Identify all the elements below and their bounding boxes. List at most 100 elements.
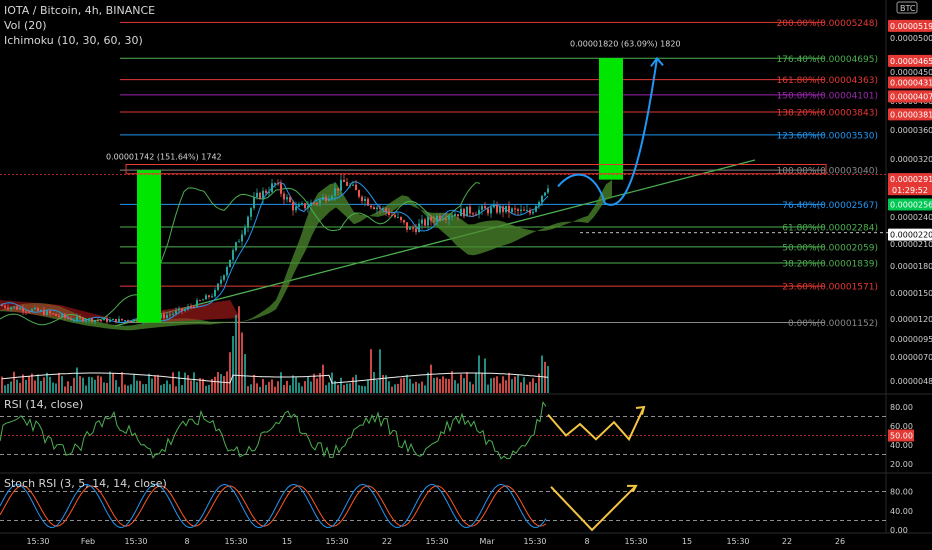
time-axis-label: 8 <box>584 537 589 546</box>
candle-body <box>478 209 480 215</box>
candle-body <box>496 205 498 213</box>
time-axis-label: 22 <box>782 537 792 546</box>
candle-body <box>25 311 27 313</box>
candle-body <box>67 317 69 319</box>
time-axis-label: 15 <box>682 537 692 546</box>
candle-body <box>424 219 426 226</box>
candle-body <box>319 199 321 204</box>
price-axis-tick: 0.00001800 <box>890 262 932 271</box>
fib-label: 100.00%(0.00003040) <box>777 167 878 177</box>
candle-body <box>31 309 33 312</box>
volume-bar <box>85 385 87 393</box>
candle-body <box>298 204 300 207</box>
ichimoku-cloud-bear <box>150 300 240 322</box>
candle-body <box>121 318 123 321</box>
volume-bar <box>76 367 78 393</box>
currency-badge-text: BTC <box>900 4 916 13</box>
volume-bar <box>355 374 357 393</box>
volume-bar <box>214 376 216 393</box>
candle-body <box>52 313 54 315</box>
volume-bar <box>268 381 270 393</box>
time-axis-label: 15:30 <box>124 537 147 546</box>
volume-bar <box>391 386 393 393</box>
candle-body <box>250 208 252 217</box>
candle-body <box>241 234 243 242</box>
rsi-indicator-label[interactable]: RSI (14, close) <box>4 398 83 411</box>
ichimoku-indicator-label[interactable]: Ichimoku (10, 30, 60, 30) <box>4 34 143 47</box>
candle-body <box>316 202 318 204</box>
candle-body <box>259 192 261 199</box>
volume-bar <box>499 383 501 393</box>
candle-body <box>199 300 201 302</box>
fib-label: 0.00%(0.00001152) <box>788 319 878 329</box>
volume-bar <box>208 385 210 393</box>
price-axis-tick: 0.00003200 <box>890 155 932 164</box>
time-axis-label: 26 <box>835 537 845 546</box>
volume-bar <box>121 372 123 393</box>
price-badge-text: 0.00002916 <box>890 175 932 184</box>
candle-body <box>271 183 273 193</box>
candle-body <box>133 319 135 322</box>
candle-body <box>400 216 402 221</box>
volume-bar <box>382 374 384 393</box>
fib-label: 200.00%(0.00005248) <box>777 19 878 29</box>
time-axis-label: 15:30 <box>325 537 348 546</box>
volume-bar <box>409 378 411 393</box>
candle-body <box>448 216 450 220</box>
symbol-title[interactable]: IOTA / Bitcoin, 4h, BINANCE <box>4 4 155 17</box>
volume-bar <box>187 375 189 393</box>
price-axis-tick: 0.00004500 <box>890 68 932 77</box>
candle-body <box>19 308 21 310</box>
stoch-rsi-indicator-label[interactable]: Stoch RSI (3, 5, 14, 14, close) <box>4 477 167 490</box>
chart-canvas[interactable]: 200.00%(0.00005248) 176.40%(0.00004695) 16… <box>0 0 932 550</box>
volume-bar <box>292 375 294 393</box>
volume-bar <box>283 384 285 393</box>
candle-body <box>502 206 504 213</box>
volume-bar <box>223 376 225 393</box>
volume-bar <box>265 384 267 393</box>
volume-bar <box>67 381 69 393</box>
candle-body <box>358 190 360 197</box>
volume-bar <box>280 372 282 393</box>
volume-bar <box>109 371 111 393</box>
candle-body <box>541 195 543 203</box>
candle-body <box>88 318 90 321</box>
volume-bar <box>94 379 96 393</box>
volume-bar <box>247 386 249 393</box>
candle-body <box>535 206 537 212</box>
volume-bar <box>163 383 165 393</box>
candle-body <box>235 242 237 251</box>
candle-body <box>304 203 306 209</box>
candle-body <box>301 203 303 205</box>
volume-bar <box>406 374 408 393</box>
volume-bar <box>274 386 276 393</box>
candle-body <box>313 202 315 204</box>
candle-body <box>328 198 330 201</box>
candle-body <box>451 216 453 218</box>
volume-bar <box>400 378 402 393</box>
volume-bar <box>217 372 219 393</box>
volume-bar <box>322 364 324 393</box>
volume-bar <box>16 379 18 393</box>
volume-bar <box>502 376 504 393</box>
volume-bar <box>73 377 75 393</box>
volume-bar <box>196 382 198 393</box>
candle-body <box>421 219 423 224</box>
candle-body <box>490 207 492 214</box>
price-axis-tick: 0.00003600 <box>890 126 932 135</box>
candle-body <box>367 198 369 206</box>
measure-label-right: 0.00001820 (63.09%) 1820 <box>570 39 681 48</box>
volume-bar <box>241 332 243 393</box>
volume-bar <box>271 379 273 393</box>
price-badge-text: 0.00005192 <box>890 22 932 31</box>
fib-label: 50.00%(0.00002059) <box>782 243 878 253</box>
candle-body <box>97 320 99 322</box>
candle-body <box>247 216 249 228</box>
volume-indicator-label[interactable]: Vol (20) <box>4 19 47 32</box>
candle-body <box>124 320 126 322</box>
candle-body <box>40 310 42 312</box>
candle-body <box>370 205 372 208</box>
stoch-projection <box>550 485 637 532</box>
volume-bar <box>172 372 174 393</box>
candle-body <box>28 311 30 313</box>
